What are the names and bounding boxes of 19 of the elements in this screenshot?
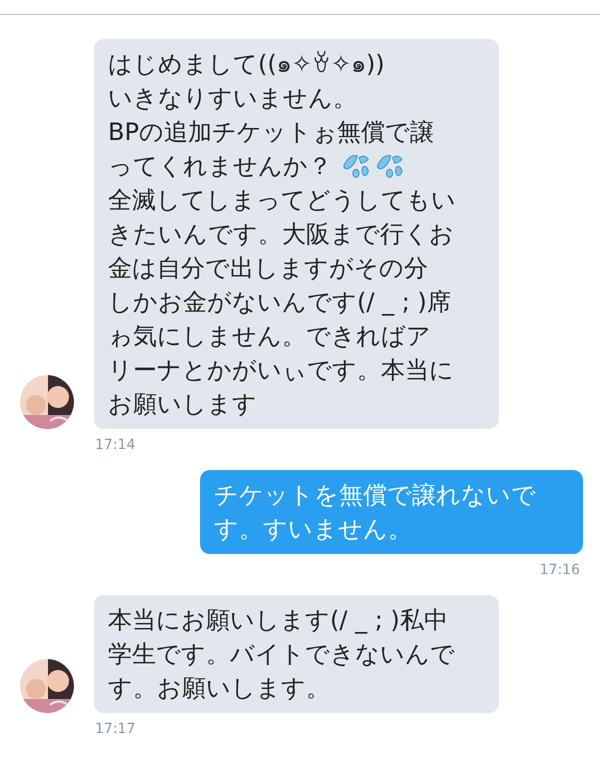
message-text: BPの追加チケットぉ無償で譲 (108, 117, 434, 148)
message-text: 全滅してしまってどうしてもい (108, 185, 456, 216)
message-text: はじめまして((๑✧ꈊ✧๑)) (108, 49, 385, 80)
message-text: お願いします (108, 389, 257, 420)
message-text: きたいんです。大阪まで行くお (108, 219, 454, 250)
message-text: 本当にお願いします(/ _ ; )私中 (108, 605, 448, 636)
message-text: ってくれませんか？ (108, 151, 332, 182)
timestamp: 17:17 (94, 720, 136, 739)
message-text: す。すいません。 (214, 514, 412, 545)
message-text: いきなりすいません。 (108, 83, 357, 114)
message-text: す。お願いします。 (108, 673, 330, 704)
message-text: チケットを無償で譲れないで (214, 480, 536, 511)
timestamp: 17:14 (94, 436, 136, 455)
message-text: 学生です。バイトできないんで (108, 639, 455, 670)
message-text: リーナとかがいぃです。本当に (108, 355, 454, 386)
message-text: 金は自分で出しますがその分 (108, 253, 428, 284)
timestamp: 17:16 (540, 561, 581, 580)
message-text: ゎ気にしません。できればア (108, 321, 431, 352)
message-text: しかお金がないんです(/ _ ; )席 (108, 287, 451, 318)
